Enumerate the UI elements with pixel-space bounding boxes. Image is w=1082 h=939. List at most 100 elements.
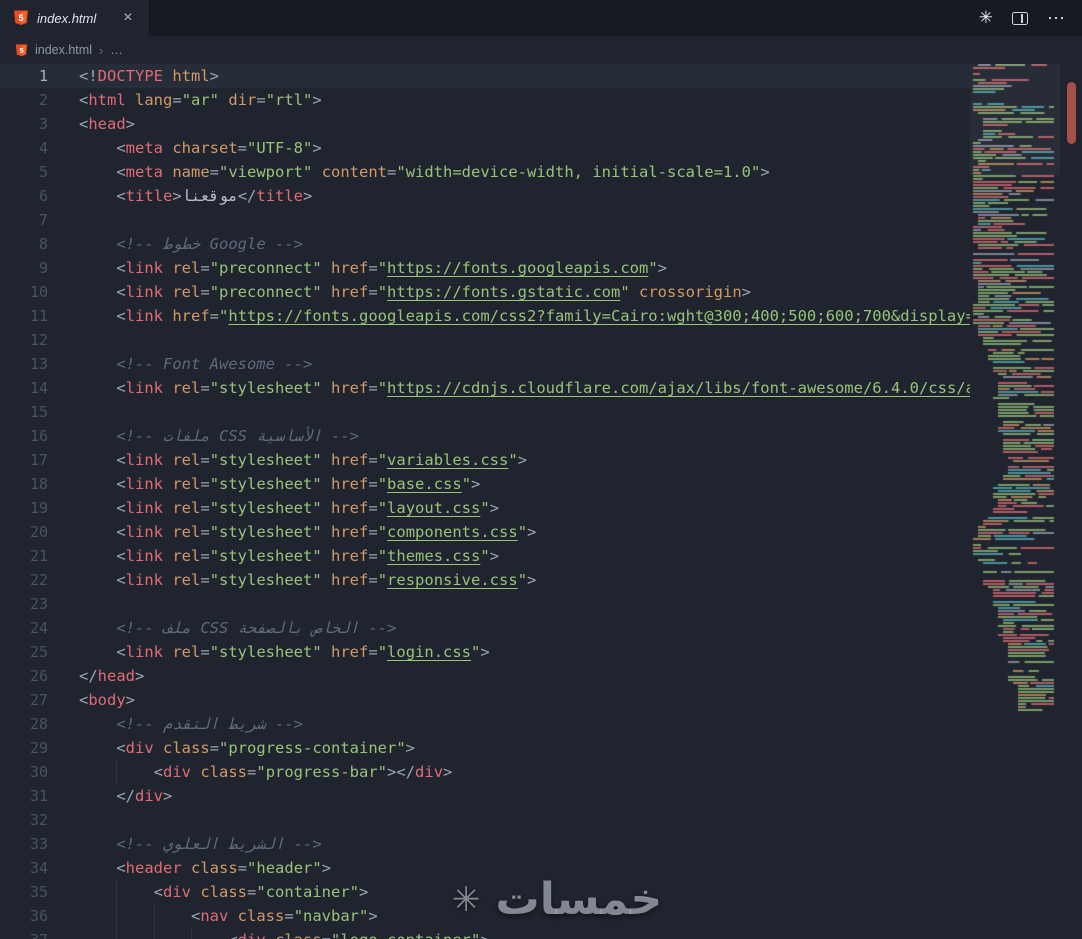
token: rel bbox=[172, 523, 201, 541]
code-line[interactable]: 30 <div class="progress-bar"></div> bbox=[0, 760, 1082, 784]
code-line[interactable]: 28 <!-- شريط التقدم --> bbox=[0, 712, 1082, 736]
line-number[interactable]: 37 bbox=[0, 928, 48, 939]
line-number[interactable]: 33 bbox=[0, 832, 48, 856]
line-number[interactable]: 5 bbox=[0, 160, 48, 184]
code-line[interactable]: 16 <!-- ملفات CSS الأساسية --> bbox=[0, 424, 1082, 448]
line-number[interactable]: 4 bbox=[0, 136, 48, 160]
split-editor-icon[interactable] bbox=[1012, 11, 1028, 25]
code-line[interactable]: 19 <link rel="stylesheet" href="layout.c… bbox=[0, 496, 1082, 520]
editor[interactable]: 1 <!DOCTYPE html> 2 <html lang="ar" dir="rt… bbox=[0, 64, 1082, 939]
line-number[interactable]: 28 bbox=[0, 712, 48, 736]
line-number[interactable]: 19 bbox=[0, 496, 48, 520]
code-line[interactable]: 18 <link rel="stylesheet" href="base.css… bbox=[0, 472, 1082, 496]
code-line[interactable]: 4 <meta charset="UTF-8"> bbox=[0, 136, 1082, 160]
line-number[interactable]: 7 bbox=[0, 208, 48, 232]
code-line[interactable]: 31 </div> bbox=[0, 784, 1082, 808]
chatgpt-icon[interactable]: ✳ bbox=[979, 8, 993, 28]
code-line[interactable]: 34 <header class="header"> bbox=[0, 856, 1082, 880]
line-number[interactable]: 12 bbox=[0, 328, 48, 352]
code-line[interactable]: 24 <!-- ملف CSS الخاص بالصفحة --> bbox=[0, 616, 1082, 640]
code-line[interactable]: 2 <html lang="ar" dir="rtl"> bbox=[0, 88, 1082, 112]
code-line[interactable]: 23 bbox=[0, 592, 1082, 616]
line-number[interactable]: 11 bbox=[0, 304, 48, 328]
token: <!-- الشريط العلوي --> bbox=[116, 835, 322, 853]
line-number[interactable]: 18 bbox=[0, 472, 48, 496]
more-actions-icon[interactable]: ⋯ bbox=[1047, 8, 1066, 29]
code-line[interactable]: 9 <link rel="preconnect" href="https://f… bbox=[0, 256, 1082, 280]
code-line[interactable]: 10 <link rel="preconnect" href="https://… bbox=[0, 280, 1082, 304]
code-line[interactable]: 37 <div class="logo-container"> bbox=[0, 928, 1082, 939]
line-number[interactable]: 36 bbox=[0, 904, 48, 928]
line-number[interactable]: 20 bbox=[0, 520, 48, 544]
code-line[interactable]: 20 <link rel="stylesheet" href="componen… bbox=[0, 520, 1082, 544]
code-line[interactable]: 27 <body> bbox=[0, 688, 1082, 712]
line-number[interactable]: 14 bbox=[0, 376, 48, 400]
token: "viewport" bbox=[219, 163, 313, 181]
code-line[interactable]: 15 bbox=[0, 400, 1082, 424]
line-number[interactable]: 24 bbox=[0, 616, 48, 640]
minimap-slider[interactable] bbox=[970, 64, 1060, 175]
token: " bbox=[620, 283, 630, 301]
code-line[interactable]: 13 <!-- Font Awesome --> bbox=[0, 352, 1082, 376]
line-number[interactable]: 21 bbox=[0, 544, 48, 568]
code-line[interactable]: 35 <div class="container"> bbox=[0, 880, 1082, 904]
code-line[interactable]: 17 <link rel="stylesheet" href="variable… bbox=[0, 448, 1082, 472]
scrollbar-track[interactable] bbox=[1060, 64, 1082, 939]
line-number[interactable]: 25 bbox=[0, 640, 48, 664]
line-number[interactable]: 15 bbox=[0, 400, 48, 424]
code-line[interactable]: 11 <link href="https://fonts.googleapis.… bbox=[0, 304, 1082, 328]
token: > bbox=[163, 787, 173, 805]
line-number[interactable]: 31 bbox=[0, 784, 48, 808]
line-number[interactable]: 9 bbox=[0, 256, 48, 280]
line-number[interactable]: 26 bbox=[0, 664, 48, 688]
line-number[interactable]: 10 bbox=[0, 280, 48, 304]
minimap[interactable] bbox=[970, 64, 1060, 939]
line-content: <!-- ملفات CSS الأساسية --> bbox=[79, 424, 359, 448]
line-number[interactable]: 23 bbox=[0, 592, 48, 616]
code-area[interactable]: 1 <!DOCTYPE html> 2 <html lang="ar" dir="rt… bbox=[0, 64, 1082, 939]
code-line[interactable]: 32 bbox=[0, 808, 1082, 832]
line-number[interactable]: 32 bbox=[0, 808, 48, 832]
line-number[interactable]: 34 bbox=[0, 856, 48, 880]
code-line[interactable]: 29 <div class="progress-container"> bbox=[0, 736, 1082, 760]
line-number[interactable]: 16 bbox=[0, 424, 48, 448]
line-number[interactable]: 8 bbox=[0, 232, 48, 256]
line-number[interactable]: 1 bbox=[0, 64, 48, 88]
line-number[interactable]: 35 bbox=[0, 880, 48, 904]
line-number[interactable]: 29 bbox=[0, 736, 48, 760]
code-line[interactable]: 36 <nav class="navbar"> bbox=[0, 904, 1082, 928]
token: < bbox=[116, 187, 126, 205]
scrollbar-thumb[interactable] bbox=[1067, 82, 1076, 144]
line-number[interactable]: 30 bbox=[0, 760, 48, 784]
token: = bbox=[200, 451, 210, 469]
code-line[interactable]: 26 </head> bbox=[0, 664, 1082, 688]
tab-index-html[interactable]: 5 index.html × bbox=[0, 0, 150, 36]
line-number[interactable]: 17 bbox=[0, 448, 48, 472]
close-icon[interactable]: × bbox=[120, 10, 135, 26]
token: rel bbox=[172, 643, 201, 661]
code-line[interactable]: 5 <meta name="viewport" content="width=d… bbox=[0, 160, 1082, 184]
line-number[interactable]: 6 bbox=[0, 184, 48, 208]
code-line[interactable]: 3 <head> bbox=[0, 112, 1082, 136]
token: = bbox=[200, 499, 210, 517]
line-number[interactable]: 22 bbox=[0, 568, 48, 592]
code-line[interactable]: 14 <link rel="stylesheet" href="https://… bbox=[0, 376, 1082, 400]
code-line[interactable]: 8 <!-- خطوط Google --> bbox=[0, 232, 1082, 256]
line-number[interactable]: 27 bbox=[0, 688, 48, 712]
code-line[interactable]: 12 bbox=[0, 328, 1082, 352]
code-line[interactable]: 1 <!DOCTYPE html> bbox=[0, 64, 1082, 88]
code-line[interactable]: 6 <title>موقعنا</title> bbox=[0, 184, 1082, 208]
code-line[interactable]: 7 bbox=[0, 208, 1082, 232]
line-number[interactable]: 3 bbox=[0, 112, 48, 136]
breadcrumb-file[interactable]: index.html bbox=[35, 43, 92, 57]
line-number[interactable]: 13 bbox=[0, 352, 48, 376]
breadcrumb-symbols[interactable]: … bbox=[110, 43, 123, 57]
line-number[interactable]: 2 bbox=[0, 88, 48, 112]
code-line[interactable]: 21 <link rel="stylesheet" href="themes.c… bbox=[0, 544, 1082, 568]
code-line[interactable]: 22 <link rel="stylesheet" href="responsi… bbox=[0, 568, 1082, 592]
code-line[interactable]: 25 <link rel="stylesheet" href="login.cs… bbox=[0, 640, 1082, 664]
token: = bbox=[256, 91, 266, 109]
token: variables.css bbox=[387, 451, 509, 469]
code-line[interactable]: 33 <!-- الشريط العلوي --> bbox=[0, 832, 1082, 856]
